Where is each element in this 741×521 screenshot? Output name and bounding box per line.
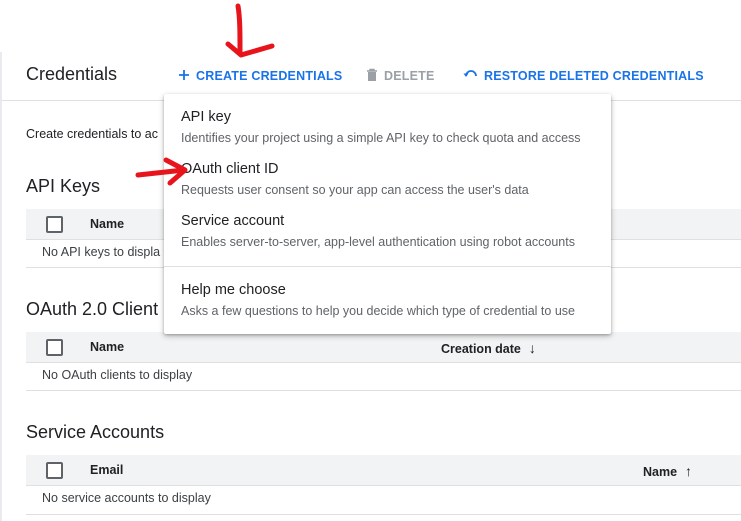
menu-item-oauth-client-id[interactable]: OAuth client ID Requests user consent so… bbox=[164, 161, 611, 201]
menu-item-description: Asks a few questions to help you decide … bbox=[181, 304, 575, 318]
menu-item-description: Identifies your project using a simple A… bbox=[181, 131, 581, 145]
delete-label: DELETE bbox=[384, 69, 435, 83]
delete-button[interactable]: DELETE bbox=[366, 67, 435, 85]
menu-item-title: Service account bbox=[181, 213, 285, 229]
divider bbox=[26, 485, 741, 486]
column-name[interactable]: Name bbox=[90, 340, 124, 354]
oauth-empty-message: No OAuth clients to display bbox=[42, 368, 193, 382]
menu-item-service-account[interactable]: Service account Enables server-to-server… bbox=[164, 213, 611, 253]
service-accounts-empty-message: No service accounts to display bbox=[42, 491, 211, 505]
menu-item-description: Enables server-to-server, app-level auth… bbox=[181, 235, 575, 249]
column-email[interactable]: Email bbox=[90, 463, 123, 477]
column-name[interactable]: Name ↑ bbox=[643, 463, 692, 479]
restore-label: RESTORE DELETED CREDENTIALS bbox=[484, 69, 704, 83]
top-blank-area bbox=[0, 0, 741, 52]
api-keys-title: API Keys bbox=[26, 176, 101, 196]
arrow-up-icon[interactable]: ↑ bbox=[685, 463, 692, 479]
column-name[interactable]: Name bbox=[90, 217, 124, 231]
trash-icon bbox=[366, 68, 378, 85]
select-all-checkbox[interactable] bbox=[46, 339, 63, 356]
service-accounts-title: Service Accounts bbox=[26, 422, 165, 442]
create-credentials-label: CREATE CREDENTIALS bbox=[196, 69, 343, 83]
create-credentials-menu: API key Identifies your project using a … bbox=[164, 94, 611, 334]
oauth-table-header: Name Creation date ↓ bbox=[26, 332, 741, 362]
select-all-checkbox[interactable] bbox=[46, 216, 63, 233]
service-accounts-table-header: Email Name ↑ bbox=[26, 455, 741, 485]
oauth-clients-title: OAuth 2.0 Client I bbox=[26, 299, 169, 319]
menu-item-description: Requests user consent so your app can ac… bbox=[181, 183, 529, 197]
restore-deleted-credentials-button[interactable]: RESTORE DELETED CREDENTIALS bbox=[463, 67, 704, 85]
column-creation-date[interactable]: Creation date ↓ bbox=[441, 340, 536, 356]
plus-icon bbox=[178, 69, 190, 84]
divider bbox=[26, 390, 741, 391]
menu-item-help-me-choose[interactable]: Help me choose Asks a few questions to h… bbox=[164, 282, 611, 322]
intro-text: Create credentials to ac bbox=[26, 127, 159, 141]
menu-item-title: OAuth client ID bbox=[181, 161, 279, 177]
menu-item-api-key[interactable]: API key Identifies your project using a … bbox=[164, 109, 611, 149]
page-title: Credentials bbox=[26, 64, 118, 84]
menu-item-title: API key bbox=[181, 109, 231, 125]
menu-item-title: Help me choose bbox=[181, 282, 286, 298]
restore-icon bbox=[463, 69, 478, 84]
create-credentials-button[interactable]: CREATE CREDENTIALS bbox=[178, 67, 342, 85]
column-creation-date-label: Creation date bbox=[441, 342, 521, 356]
divider bbox=[26, 514, 741, 515]
arrow-down-icon[interactable]: ↓ bbox=[529, 340, 536, 356]
column-name-label: Name bbox=[643, 465, 678, 479]
api-keys-empty-message: No API keys to displa bbox=[42, 245, 161, 259]
left-rule bbox=[0, 52, 2, 521]
select-all-checkbox[interactable] bbox=[46, 462, 63, 479]
menu-divider bbox=[164, 266, 611, 267]
divider bbox=[26, 362, 741, 363]
